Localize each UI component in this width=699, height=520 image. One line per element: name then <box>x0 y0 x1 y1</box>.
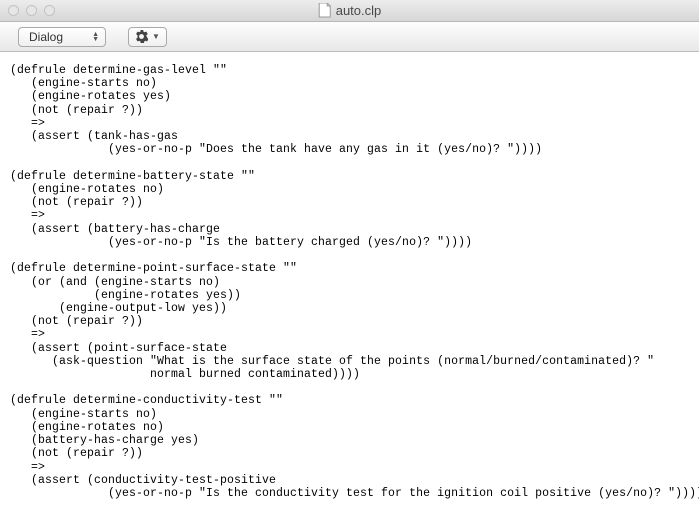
minimize-button[interactable] <box>26 5 37 16</box>
zoom-button[interactable] <box>44 5 55 16</box>
file-icon <box>318 3 331 18</box>
select-arrows-icon: ▲ ▼ <box>92 32 99 42</box>
editor-window: auto.clp Dialog ▲ ▼ ▼ (defrule determine… <box>0 0 699 520</box>
select-label: Dialog <box>29 30 63 44</box>
dialog-select[interactable]: Dialog ▲ ▼ <box>18 27 106 47</box>
chevron-down-icon: ▼ <box>152 32 160 41</box>
settings-button[interactable]: ▼ <box>128 27 167 47</box>
code-editor[interactable]: (defrule determine-gas-level "" (engine-… <box>0 52 699 520</box>
close-button[interactable] <box>8 5 19 16</box>
title-area: auto.clp <box>318 3 382 18</box>
title-bar: auto.clp <box>0 0 699 22</box>
traffic-lights <box>0 5 55 16</box>
toolbar: Dialog ▲ ▼ ▼ <box>0 22 699 52</box>
window-title: auto.clp <box>336 3 382 18</box>
gear-icon <box>135 30 148 43</box>
